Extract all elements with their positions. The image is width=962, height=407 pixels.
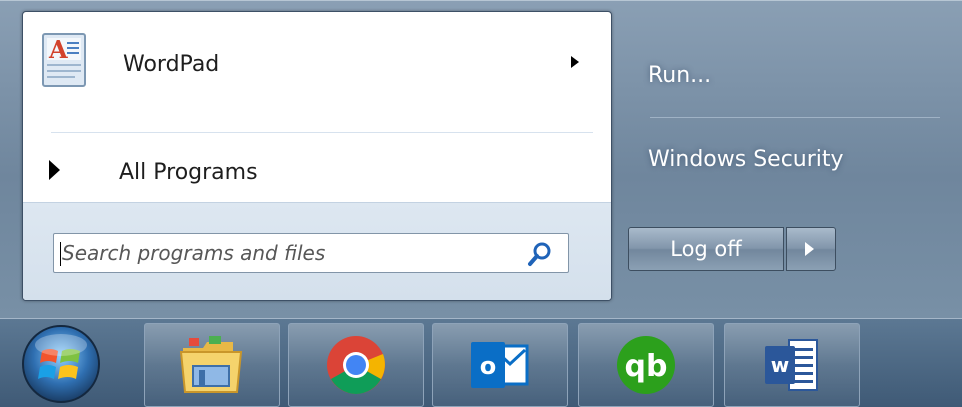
windows-start-orb-icon[interactable]: [18, 323, 104, 405]
folder-icon: [179, 336, 243, 393]
taskbar-outlook[interactable]: o: [432, 323, 568, 407]
word-icon: w: [765, 339, 818, 391]
taskbar-word[interactable]: w: [724, 323, 860, 407]
search-box[interactable]: [53, 233, 569, 273]
menu-divider: [51, 132, 593, 133]
search-input[interactable]: [62, 234, 512, 272]
word-glyph: w: [771, 353, 789, 377]
search-icon[interactable]: [526, 240, 554, 268]
svg-text:A: A: [48, 35, 68, 64]
menu-item-wordpad-label: WordPad: [123, 52, 220, 77]
triangle-right-icon: [805, 242, 814, 256]
quickbooks-glyph: qb: [625, 349, 668, 384]
submenu-arrow-icon[interactable]: [571, 56, 579, 68]
run-item[interactable]: Run...: [648, 63, 711, 88]
taskbar-chrome[interactable]: [288, 323, 424, 407]
chrome-icon: [327, 336, 385, 394]
outlook-glyph: o: [480, 352, 497, 380]
all-programs-label: All Programs: [119, 160, 258, 185]
taskbar: o qb w: [0, 318, 962, 407]
quickbooks-icon: qb: [617, 336, 675, 394]
taskbar-quickbooks[interactable]: qb: [578, 323, 714, 407]
all-programs-button[interactable]: All Programs: [23, 146, 611, 198]
right-column-divider: [650, 117, 940, 118]
menu-item-wordpad[interactable]: A WordPad: [23, 18, 611, 100]
triangle-right-icon: [49, 160, 60, 180]
search-area: [23, 202, 611, 300]
log-off-button[interactable]: Log off: [628, 227, 784, 271]
wordpad-icon: A: [42, 33, 86, 87]
taskbar-file-explorer[interactable]: [144, 323, 280, 407]
start-menu-programs-panel: A WordPad All Programs: [22, 11, 612, 301]
start-menu: A WordPad All Programs Search programs a…: [0, 0, 962, 319]
windows-security-item[interactable]: Windows Security: [648, 147, 844, 172]
outlook-icon: o: [471, 342, 529, 388]
text-caret: [60, 242, 61, 266]
shutdown-options-button[interactable]: [786, 227, 836, 271]
